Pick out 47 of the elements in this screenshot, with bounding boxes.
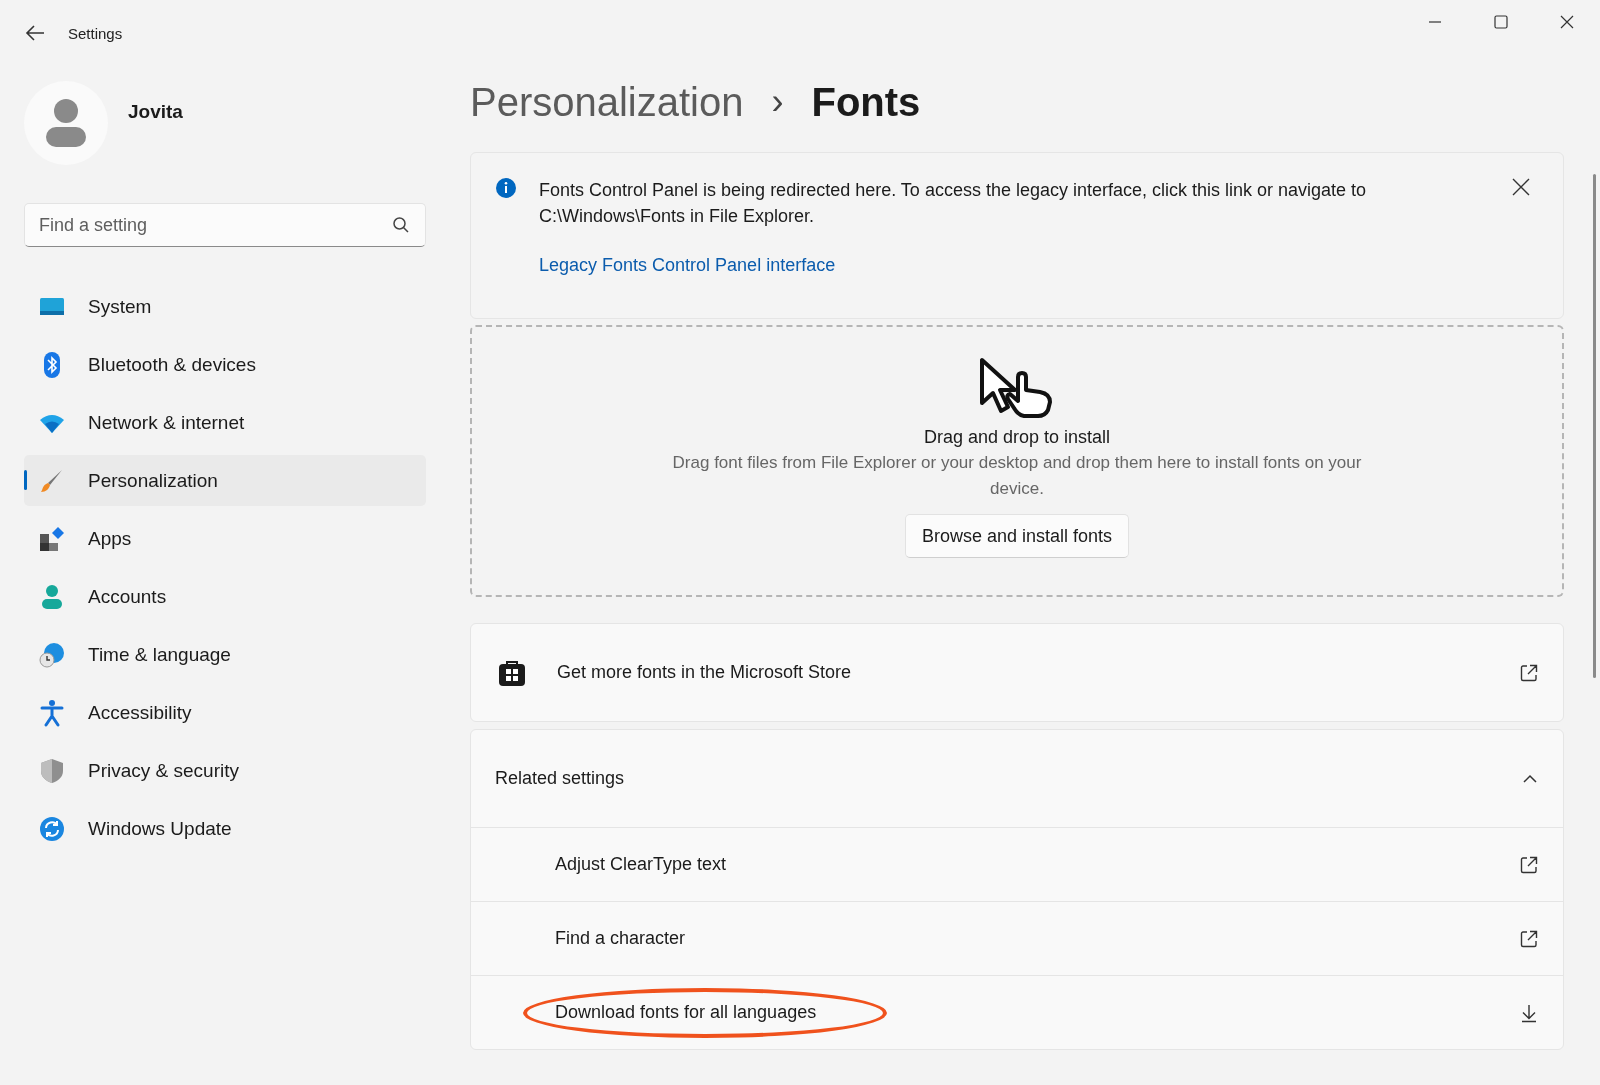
store-link-row[interactable]: Get more fonts in the Microsoft Store xyxy=(470,623,1564,722)
external-link-icon xyxy=(1519,662,1539,683)
external-link-icon xyxy=(1519,854,1539,875)
sidebar-item[interactable]: Time & language xyxy=(24,629,426,680)
maximize-icon[interactable] xyxy=(1494,15,1508,29)
sidebar-item[interactable]: Privacy & security xyxy=(24,745,426,796)
external-link-icon xyxy=(1519,928,1539,949)
page-title: Fonts xyxy=(811,79,921,125)
drop-description: Drag font files from File Explorer or your desktop and drop them here to install fonts on your device. xyxy=(671,452,1363,500)
sidebar-item[interactable]: Personalization xyxy=(24,455,426,506)
scroll-bar[interactable] xyxy=(1593,174,1596,678)
browse-fonts-button[interactable]: Browse and install fonts xyxy=(904,514,1130,558)
breadcrumb-separator: › xyxy=(771,81,784,123)
search-icon[interactable] xyxy=(392,216,410,234)
related-setting-row[interactable]: Find a character xyxy=(471,902,1563,976)
sidebar-item[interactable]: Network & internet xyxy=(24,397,426,448)
user-name: Jovita xyxy=(128,101,183,123)
search-field[interactable]: Find a setting xyxy=(24,203,426,247)
store-link-label: Get more fonts in the Microsoft Store xyxy=(557,662,853,683)
related-setting-row[interactable]: Adjust ClearType text xyxy=(471,828,1563,902)
globe-clock-icon xyxy=(38,640,66,669)
related-setting-label: Download fonts for all languages xyxy=(555,1002,818,1023)
info-message: Fonts Control Panel is being redirected here. To access the legacy interface, click this link or navigate to C:\Windows\Fonts in File Explorer. xyxy=(539,179,1368,228)
window-title: Settings xyxy=(68,24,123,42)
breadcrumb-parent[interactable]: Personalization xyxy=(470,79,744,125)
apps-icon xyxy=(38,524,66,553)
download-icon xyxy=(1519,1002,1539,1023)
accessibility-icon xyxy=(38,698,66,727)
related-setting-label: Adjust ClearType text xyxy=(555,854,728,875)
sidebar-item[interactable]: Accounts xyxy=(24,571,426,622)
related-setting-label: Find a character xyxy=(555,928,687,949)
related-settings-header[interactable]: Related settings xyxy=(471,730,1563,828)
shield-icon xyxy=(38,756,66,785)
legacy-fonts-link[interactable]: Legacy Fonts Control Panel interface xyxy=(539,255,836,276)
drop-title: Drag and drop to install xyxy=(923,427,1111,448)
sidebar-item[interactable]: Apps xyxy=(24,513,426,564)
related-settings-title: Related settings xyxy=(495,768,626,789)
info-icon xyxy=(495,177,517,199)
close-icon[interactable] xyxy=(1511,177,1531,197)
sidebar-item[interactable]: Accessibility xyxy=(24,687,426,738)
sidebar-item[interactable]: Windows Update xyxy=(24,803,426,854)
drop-zone[interactable]: Drag and drop to install Drag font files from File Explorer or your desktop and drop them here to install fonts on your device. Browse and install fonts xyxy=(470,325,1564,597)
sidebar-item[interactable]: System xyxy=(24,281,426,332)
sidebar-item[interactable]: Bluetooth & devices xyxy=(24,339,426,390)
related-setting-row[interactable]: Download fonts for all languages xyxy=(471,976,1563,1049)
close-icon[interactable] xyxy=(1560,15,1574,29)
update-icon xyxy=(38,814,66,843)
